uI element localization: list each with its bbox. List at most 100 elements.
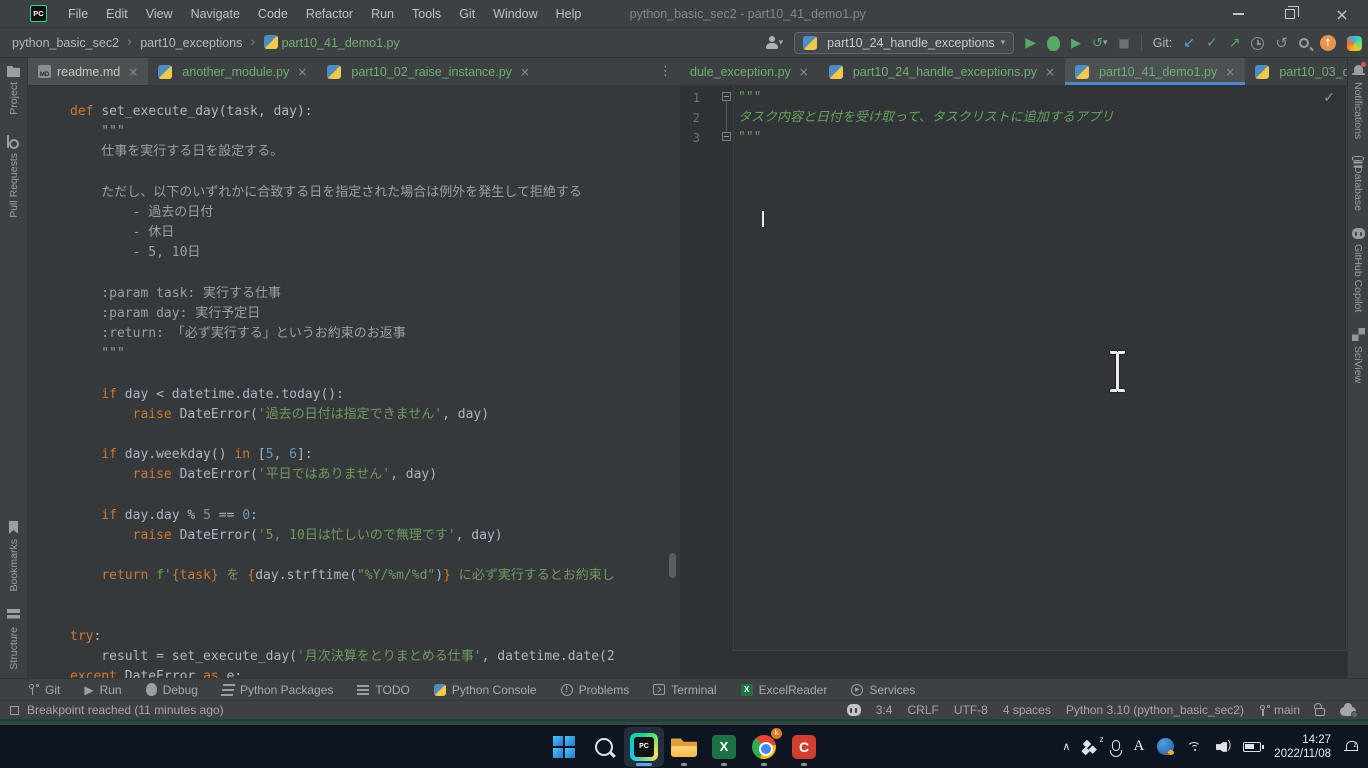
left-editor[interactable]: def set_execute_day(task, day): """ 仕事を実… [28, 86, 680, 678]
taskbar-clock[interactable]: 14:27 2022/11/08 [1274, 733, 1331, 761]
tool-stripe-button-bookmarks[interactable]: Bookmarks [7, 521, 20, 592]
close-button[interactable]: × [1316, 0, 1368, 28]
toolwindow-button-debug[interactable]: Debug [146, 683, 198, 697]
tool-stripe-button-sciview[interactable]: SciView [1352, 328, 1365, 383]
tab-options-button[interactable]: ⋮ [651, 58, 680, 85]
wifi-icon[interactable] [1187, 741, 1203, 753]
menu-code[interactable]: Code [249, 3, 297, 25]
tab-close-icon[interactable]: × [520, 65, 530, 79]
breadcrumb-package[interactable]: part10_exceptions [140, 36, 242, 50]
search-everywhere-button[interactable] [1299, 32, 1309, 54]
tab-close-icon[interactable]: × [1045, 65, 1055, 79]
toolwindow-button-terminal[interactable]: Terminal [653, 683, 716, 697]
editor-tab-part10_41_demo1-py[interactable]: part10_41_demo1.py× [1065, 58, 1245, 85]
python-interpreter[interactable]: Python 3.10 (python_basic_sec2) [1066, 703, 1244, 717]
profiler-button[interactable]: ↺▾ [1092, 32, 1107, 54]
fold-marker[interactable] [722, 92, 731, 101]
tray-app-icon[interactable] [1157, 738, 1174, 755]
ime-mode-indicator[interactable]: A [1133, 738, 1144, 755]
toolwindow-button-todo[interactable]: TODO [357, 683, 409, 697]
taskbar-search-button[interactable] [584, 727, 624, 767]
minimize-button[interactable] [1212, 0, 1264, 28]
menu-navigate[interactable]: Navigate [182, 3, 249, 25]
volume-icon[interactable] [1216, 741, 1230, 753]
tray-overflow-button[interactable]: ∧ [1062, 740, 1070, 753]
tab-close-icon[interactable]: × [799, 65, 809, 79]
tool-stripe-button-structure[interactable]: Structure [7, 609, 20, 670]
taskbar-explorer-button[interactable] [664, 727, 704, 767]
cloud-settings-icon[interactable] [1340, 707, 1356, 716]
breadcrumb-file[interactable]: part10_41_demo1.py [264, 35, 400, 50]
editor-tab-dule_exception-py[interactable]: dule_exception.py× [680, 58, 819, 85]
toolwindow-button-run[interactable]: ▶Run [84, 683, 121, 697]
menu-view[interactable]: View [137, 3, 182, 25]
profile-button[interactable]: ▾ [765, 32, 784, 54]
indent-style[interactable]: 4 spaces [1003, 703, 1051, 717]
restore-button[interactable] [1264, 0, 1316, 28]
github-copilot-status-icon[interactable] [847, 704, 861, 716]
menu-help[interactable]: Help [547, 3, 591, 25]
stop-button[interactable]: ■ [1118, 32, 1129, 54]
chevron-down-icon: ▾ [1103, 38, 1108, 48]
taskbar-camtasia-button[interactable]: C [784, 727, 824, 767]
toolwindow-button-git[interactable]: Git [28, 683, 60, 697]
status-message[interactable]: Breakpoint reached (11 minutes ago) [27, 703, 224, 717]
dropbox-icon[interactable] [1083, 740, 1099, 754]
menu-window[interactable]: Window [484, 3, 546, 25]
toolwindow-button-problems[interactable]: !Problems [561, 683, 630, 697]
menu-edit[interactable]: Edit [97, 3, 137, 25]
breadcrumb-project[interactable]: python_basic_sec2 [12, 36, 119, 50]
right-editor[interactable]: 123 """タスク内容と日付を受け取って、タスクリストに追加するアプリ""" … [680, 86, 1347, 678]
code-with-me-button[interactable] [1347, 36, 1362, 51]
toolwindow-button-python-console[interactable]: Python Console [434, 683, 537, 697]
git-update-button[interactable]: ↙ [1183, 32, 1195, 54]
file-encoding[interactable]: UTF-8 [954, 703, 988, 717]
tab-close-icon[interactable]: × [297, 65, 307, 79]
taskbar-pycharm-button[interactable]: PC [624, 727, 664, 767]
taskbar-excel-button[interactable]: X [704, 727, 744, 767]
menu-git[interactable]: Git [450, 3, 484, 25]
editor-tab-part10_02_raise_instance-py[interactable]: part10_02_raise_instance.py× [317, 58, 540, 85]
tool-stripe-button-pull-requests[interactable]: Pull Requests [7, 135, 20, 218]
notification-bell-icon[interactable]: z [1344, 740, 1358, 754]
history-button[interactable] [1251, 32, 1264, 54]
unlock-icon[interactable] [1315, 708, 1325, 716]
tool-stripe-button-notifications[interactable]: Notifications [1352, 64, 1365, 139]
git-push-button[interactable]: ↗ [1229, 32, 1241, 54]
toolwindow-button-excelreader[interactable]: XExcelReader [741, 683, 828, 697]
tool-stripe-button-database[interactable]: Database [1352, 155, 1364, 211]
tab-close-icon[interactable]: × [1225, 65, 1235, 79]
tool-stripe-button-project[interactable]: Project [7, 64, 20, 115]
line-ending[interactable]: CRLF [907, 703, 938, 717]
debug-button[interactable] [1047, 32, 1060, 54]
code-line: """ [70, 122, 680, 142]
start-button[interactable] [544, 727, 584, 767]
tab-label: readme.md [57, 65, 120, 79]
run-configuration-select[interactable]: part10_24_handle_exceptions ▾ [794, 32, 1014, 54]
toolwindow-button-python-packages[interactable]: Python Packages [222, 683, 333, 697]
battery-icon[interactable] [1243, 742, 1261, 752]
menu-run[interactable]: Run [362, 3, 403, 25]
left-editor-scrollbar[interactable] [669, 553, 676, 578]
inspection-ok-icon[interactable]: ✓ [1323, 90, 1335, 106]
fold-marker[interactable] [722, 132, 731, 141]
caret-position[interactable]: 3:4 [876, 703, 893, 717]
menu-refactor[interactable]: Refactor [297, 3, 362, 25]
menu-file[interactable]: File [59, 3, 97, 25]
editor-tab-part10_24_handle_exceptions-py[interactable]: part10_24_handle_exceptions.py× [819, 58, 1065, 85]
update-available-button[interactable]: ↑ [1320, 35, 1336, 51]
toolwindow-button-services[interactable]: ▶Services [851, 683, 915, 697]
bug-icon [146, 683, 157, 696]
editor-tab-readme-md[interactable]: MDreadme.md× [28, 58, 148, 85]
menu-tools[interactable]: Tools [403, 3, 450, 25]
run-with-coverage-button[interactable]: ▶ [1071, 32, 1081, 54]
editor-tab-another_module-py[interactable]: another_module.py× [148, 58, 317, 85]
tool-stripe-button-github-copilot[interactable]: GitHub Copilot [1352, 227, 1365, 312]
tab-close-icon[interactable]: × [128, 65, 138, 79]
git-commit-button[interactable]: ✓ [1206, 32, 1218, 54]
rollback-button[interactable]: ↺ [1275, 32, 1288, 54]
microphone-icon[interactable] [1112, 740, 1120, 751]
taskbar-chrome-button[interactable]: k [744, 727, 784, 767]
run-button[interactable]: ▶ [1025, 32, 1036, 54]
git-branch-widget[interactable]: main [1259, 703, 1300, 717]
